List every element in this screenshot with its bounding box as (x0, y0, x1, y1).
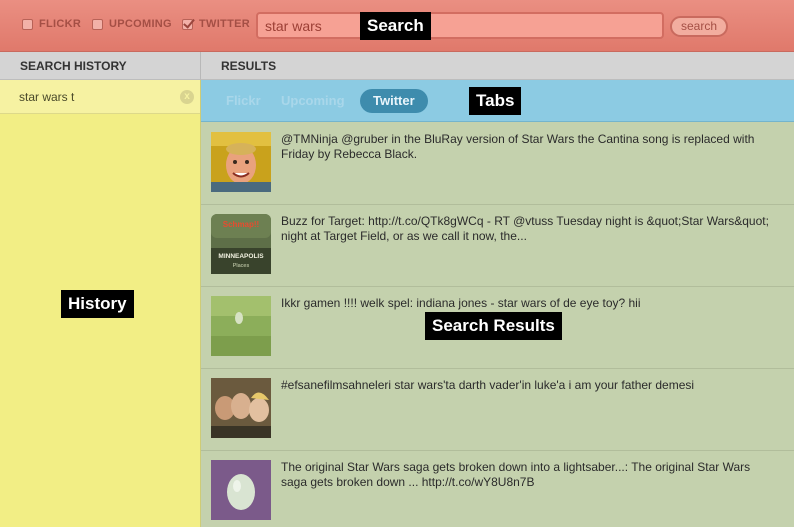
filter-flickr[interactable]: FLICKR (22, 17, 81, 31)
upcoming-checkbox[interactable] (92, 18, 103, 30)
tab-upcoming[interactable]: Upcoming (281, 89, 345, 113)
group-photo-icon (211, 378, 271, 438)
egg-avatar-icon (211, 460, 271, 520)
twitter-checkbox[interactable] (182, 18, 193, 30)
tabs-callout-label: Tabs (469, 87, 522, 115)
result-item[interactable]: #efsanefilmsahneleri star wars'ta darth … (201, 369, 794, 451)
avatar-face-icon (211, 132, 271, 192)
filter-flickr-label: FLICKR (39, 18, 82, 30)
result-text: Ikkr gamen !!!! welk spel: indiana jones… (281, 296, 641, 310)
tab-twitter[interactable]: Twitter (360, 89, 428, 113)
history-item[interactable]: star wars t x (0, 80, 200, 114)
result-text: #efsanefilmsahneleri star wars'ta darth … (281, 378, 695, 392)
search-input[interactable] (256, 12, 664, 39)
search-button[interactable]: search (670, 16, 728, 37)
results-column-header: RESULTS (201, 52, 794, 80)
result-text: The original Star Wars saga gets broken … (281, 460, 751, 489)
grass-field-icon (211, 296, 271, 356)
schmap-brand-text: Schmap!! (223, 220, 259, 229)
schmap-caption-text: Places (233, 263, 250, 269)
filter-twitter-label: TWITTER (199, 18, 250, 30)
history-item-label: star wars t (19, 89, 75, 104)
schmap-city-text: MINNEAPOLIS (218, 253, 264, 260)
search-callout-label: Search (360, 12, 431, 40)
filter-twitter[interactable]: TWITTER (182, 17, 250, 31)
results-callout-label: Search Results (425, 312, 562, 340)
history-callout-label: History (61, 290, 134, 318)
filter-upcoming[interactable]: UPCOMING (92, 17, 172, 31)
tab-flickr[interactable]: Flickr (226, 89, 261, 113)
clear-history-icon[interactable]: x (180, 90, 194, 104)
filter-upcoming-label: UPCOMING (109, 18, 172, 30)
result-item[interactable]: Schmap!! MINNEAPOLIS Places Buzz for Tar… (201, 205, 794, 287)
result-text: Buzz for Target: http://t.co/QTk8gWCq - … (281, 214, 769, 243)
result-item[interactable]: The original Star Wars saga gets broken … (201, 451, 794, 527)
result-item[interactable]: @TMNinja @gruber in the BluRay version o… (201, 123, 794, 205)
history-column-header: SEARCH HISTORY (0, 52, 201, 80)
flickr-checkbox[interactable] (22, 18, 33, 30)
result-text: @TMNinja @gruber in the BluRay version o… (281, 132, 755, 161)
schmap-minneapolis-icon: Schmap!! MINNEAPOLIS Places (211, 214, 271, 274)
